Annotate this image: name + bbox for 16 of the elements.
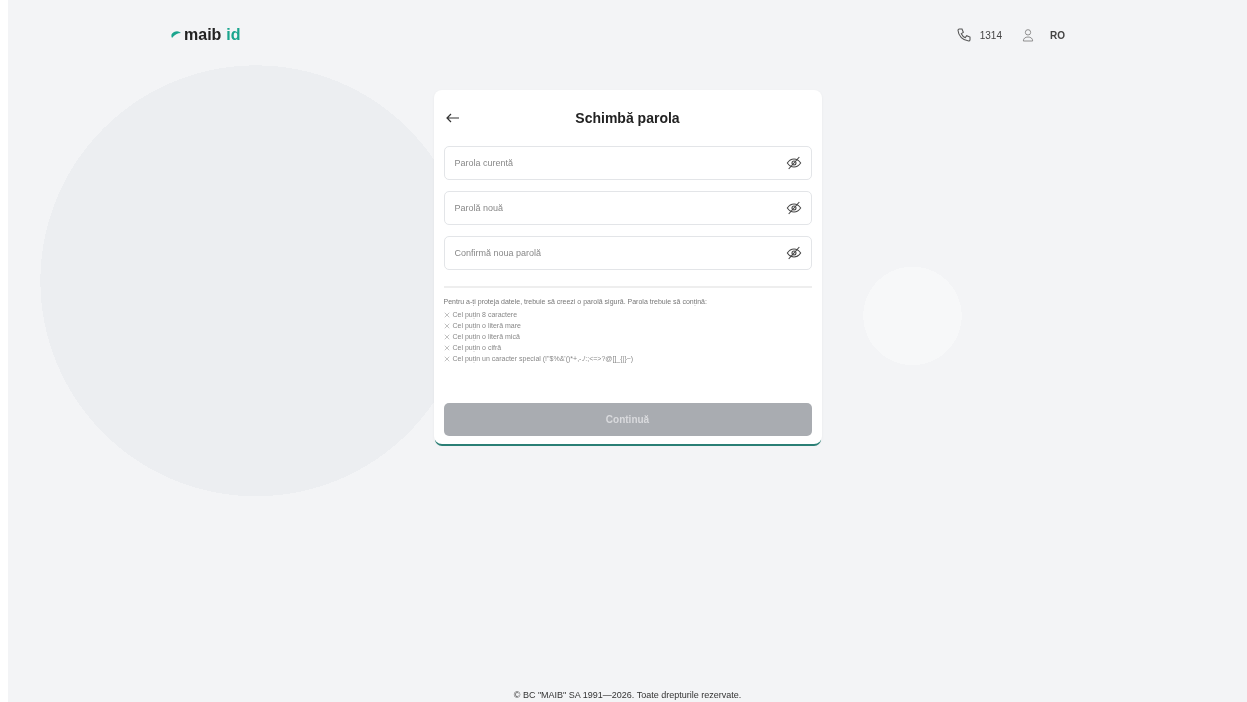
- eye-slash-icon[interactable]: [785, 200, 802, 216]
- user-icon[interactable]: [1020, 27, 1036, 43]
- logo-icon: [170, 30, 182, 40]
- password-field[interactable]: Parolă nouă: [443, 191, 812, 225]
- logo-suffix: id: [226, 26, 241, 44]
- card-title: Schimbă parola: [574, 110, 681, 126]
- logo-text: maib: [184, 26, 222, 44]
- eye-slash-icon[interactable]: [785, 155, 802, 171]
- password-field[interactable]: Confirmă noua parolă: [443, 236, 812, 270]
- phone-number[interactable]: 1314: [979, 29, 1002, 41]
- copyright-text: © BC "MAIB" SA 1991—2026. Toate drepturile rezervate.: [512, 690, 743, 702]
- logo[interactable]: maib id: [170, 26, 241, 44]
- eye-slash-icon[interactable]: [785, 245, 802, 261]
- phone-icon[interactable]: [955, 27, 972, 43]
- language-button[interactable]: RO: [1050, 29, 1065, 41]
- password-field[interactable]: Parola curentă: [443, 146, 812, 180]
